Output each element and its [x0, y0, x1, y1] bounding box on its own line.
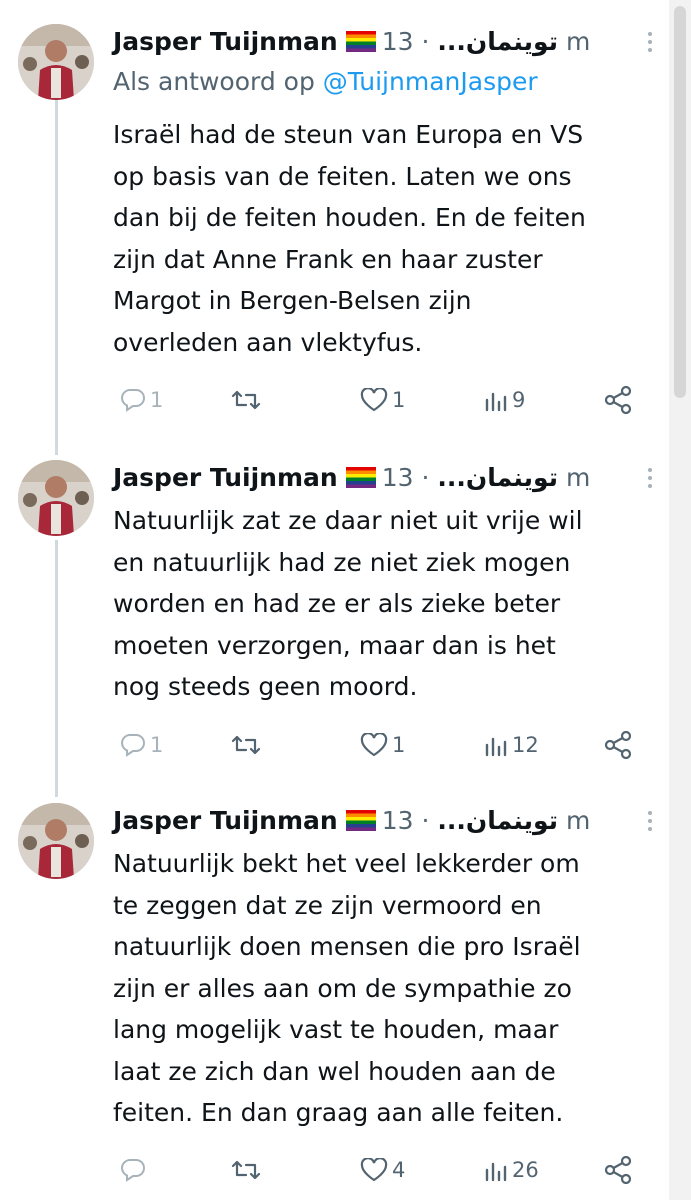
tweet-line: nog steeds geen moord. [113, 672, 418, 701]
reply-prefix: Als antwoord op [113, 67, 315, 96]
view-count: 12 [512, 733, 539, 757]
like-button[interactable]: 1 [360, 382, 405, 418]
tweet-line: Margot in Bergen-Belsen zijn [113, 286, 472, 315]
reply-count: 1 [150, 733, 164, 757]
like-icon [360, 1158, 388, 1182]
retweet-button[interactable] [231, 1152, 265, 1188]
retweet-icon [231, 735, 261, 755]
author-name[interactable]: Jasper Tuijnman [113, 27, 338, 56]
tweet[interactable]: Jasper Tuijnman توينمان... · 13 m Als ant… [0, 24, 691, 424]
tweet-line: feiten. En dan graag aan alle feiten. [113, 1098, 564, 1127]
views-button[interactable]: 12 [484, 727, 539, 763]
like-button[interactable]: 1 [360, 727, 405, 763]
share-icon [604, 731, 632, 759]
tweet-actions: 4 26 [0, 1152, 691, 1188]
tweet-text: Natuurlijk bekt het veel lekkerder om te… [113, 843, 653, 1134]
retweet-button[interactable] [231, 382, 265, 418]
tweet-line: Natuurlijk zat ze daar niet uit vrije wi… [113, 506, 583, 535]
tweet-text: Israël had de steun van Europa en VS op … [113, 114, 653, 363]
views-button[interactable]: 26 [484, 1152, 539, 1188]
share-icon [604, 1156, 632, 1184]
views-button[interactable]: 9 [484, 382, 525, 418]
share-button[interactable] [603, 382, 633, 418]
tweet-line: natuurlijk doen mensen die pro Israël [113, 932, 581, 961]
more-icon[interactable] [645, 32, 655, 56]
tweet-line: dan bij de feiten houden. En de feiten [113, 203, 586, 232]
tweet-actions: 1 1 12 [0, 727, 691, 763]
scrollbar[interactable] [669, 0, 691, 1200]
tweet-thread: Jasper Tuijnman توينمان... · 13 m Als ant… [0, 0, 691, 1200]
tweet-line: lang mogelijk vast te houden, maar [113, 1015, 559, 1044]
tweet-header: Jasper Tuijnman توينمان... · 13 m [113, 803, 655, 839]
like-icon [360, 388, 388, 412]
reply-count: 1 [150, 388, 164, 412]
more-icon[interactable] [645, 468, 655, 492]
more-icon[interactable] [645, 811, 655, 835]
share-button[interactable] [603, 727, 633, 763]
like-icon [360, 733, 388, 757]
reply-button[interactable] [120, 1152, 150, 1188]
tweet-line: zijn dat Anne Frank en haar zuster [113, 244, 543, 274]
tweet-line: moeten verzorgen, maar dan is het [113, 630, 556, 660]
reply-icon [121, 389, 145, 412]
tweet-line: te zeggen dat ze zijn vermoord en [113, 890, 542, 920]
share-button[interactable] [603, 1152, 633, 1188]
avatar[interactable] [18, 803, 94, 879]
tweet-line: worden en had ze er als zieke beter [113, 589, 561, 618]
tweet-actions: 1 1 9 [0, 382, 691, 418]
views-icon [485, 737, 507, 757]
tweet-line: op basis van de feiten. Laten we ons [113, 161, 572, 191]
tweet[interactable]: Jasper Tuijnman توينمان... · 13 m Natuurl… [0, 803, 691, 1200]
like-count: 1 [392, 733, 406, 757]
rainbow-flag-icon [345, 26, 376, 52]
reply-handle-link[interactable]: @TuijnmanJasper [323, 67, 538, 96]
rainbow-flag-icon [345, 462, 376, 488]
view-count: 26 [512, 1158, 539, 1182]
view-count: 9 [512, 388, 526, 412]
retweet-button[interactable] [231, 727, 265, 763]
name-ellipsis: ... [437, 27, 466, 56]
tweet-line: Israël had de steun van Europa en VS [113, 120, 584, 149]
scrollbar-thumb[interactable] [674, 6, 686, 398]
like-button[interactable]: 4 [360, 1152, 405, 1188]
retweet-icon [231, 1160, 261, 1180]
tweet-text: Natuurlijk zat ze daar niet uit vrije wi… [113, 500, 653, 708]
reply-button[interactable]: 1 [120, 382, 163, 418]
tweet-header: Jasper Tuijnman توينمان... · 13 m [113, 24, 655, 60]
avatar[interactable] [18, 24, 94, 100]
views-icon [485, 1162, 507, 1182]
reply-button[interactable]: 1 [120, 727, 163, 763]
tweet-header: Jasper Tuijnman توينمان... · 13 m [113, 460, 655, 496]
reply-icon [121, 734, 145, 757]
tweet[interactable]: Jasper Tuijnman توينمان... · 13 m Natuurl… [0, 460, 691, 790]
author-name[interactable]: Jasper Tuijnman [113, 806, 338, 835]
author-arabic-name: توينمان [465, 463, 559, 492]
tweet-line: laat ze zich dan wel houden aan de [113, 1056, 556, 1086]
retweet-icon [231, 390, 261, 410]
like-count: 4 [392, 1158, 406, 1182]
tweet-line: zijn er alles aan om de sympathie zo [113, 973, 572, 1003]
avatar[interactable] [18, 460, 94, 536]
rainbow-flag-icon [345, 805, 376, 831]
views-icon [485, 392, 507, 412]
like-count: 1 [392, 388, 406, 412]
tweet-line: Natuurlijk bekt het veel lekkerder om [113, 849, 580, 878]
author-arabic-name: توينمان [465, 806, 559, 835]
share-icon [604, 386, 632, 414]
reply-context: Als antwoord op @TuijnmanJasper [113, 64, 538, 100]
name-ellipsis: ... [437, 463, 466, 492]
tweet-line: overleden aan vlektyfus. [113, 327, 423, 357]
tweet-line: en natuurlijk had ze niet ziek mogen [113, 547, 571, 577]
reply-icon [121, 1159, 145, 1182]
author-name[interactable]: Jasper Tuijnman [113, 463, 338, 492]
name-ellipsis: ... [437, 806, 466, 835]
author-arabic-name: توينمان [465, 27, 559, 56]
